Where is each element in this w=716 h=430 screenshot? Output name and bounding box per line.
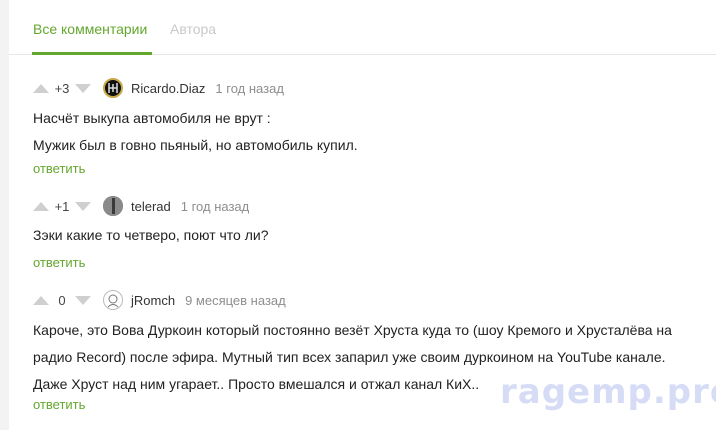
reply-link[interactable]: ответить [33,255,85,270]
comments-tabs: Все комментарии Автора [9,0,716,55]
comment-meta: +3 Ricardo.Diaz 1 год назад [33,76,284,100]
downvote-icon[interactable] [75,295,91,305]
comment-line: радио Record) после эфира. Мутный тип вс… [33,349,666,365]
comment-text: Зэки какие то четверо, поют что ли? [33,222,703,249]
avatar-sketch-icon [107,294,119,308]
comment-time: 1 год назад [180,198,250,214]
downvote-icon[interactable] [75,201,91,211]
comment-text: Насчёт выкупа автомобиля не врут : Мужик… [33,105,703,159]
comment-time: 1 год назад [215,80,284,96]
avatar[interactable] [103,196,123,216]
comment-author[interactable]: telerad [131,199,171,214]
comment-author[interactable]: Ricardo.Diaz [131,81,205,96]
downvote-icon[interactable] [75,83,91,93]
avatar-photo-icon [103,196,123,216]
comments-card: Все комментарии Автора +3 Ricardo.Diaz 1… [9,0,716,430]
comment-score: +3 [54,80,70,96]
comment-score: 0 [58,292,66,308]
watermark: ragemp.pro [500,372,716,412]
comment-score: +1 [54,198,70,214]
active-tab-indicator [32,52,152,55]
reply-link[interactable]: ответить [33,397,85,412]
comment-meta: 0 jRomch 9 месяцев назад [33,288,286,312]
tab-author[interactable]: Автора [170,21,216,37]
upvote-icon[interactable] [33,201,49,211]
comment-meta: +1 telerad 1 год назад [33,194,249,218]
comment-author[interactable]: jRomch [131,293,175,308]
comment-line: Мужик был в говно пьяный, но автомобиль … [33,137,358,153]
comment-line: Насчёт выкупа автомобиля не врут : [33,110,271,126]
comment-line: Кароче, это Вова Дуркоин который постоян… [33,322,672,338]
avatar-logo-icon [108,83,118,93]
avatar[interactable] [103,78,123,98]
upvote-icon[interactable] [33,83,49,93]
reply-link[interactable]: ответить [33,161,85,176]
avatar[interactable] [103,290,123,310]
tab-all-comments[interactable]: Все комментарии [33,21,147,37]
comment-time: 9 месяцев назад [185,292,286,308]
upvote-icon[interactable] [33,295,49,305]
comment-line: Зэки какие то четверо, поют что ли? [33,227,269,243]
